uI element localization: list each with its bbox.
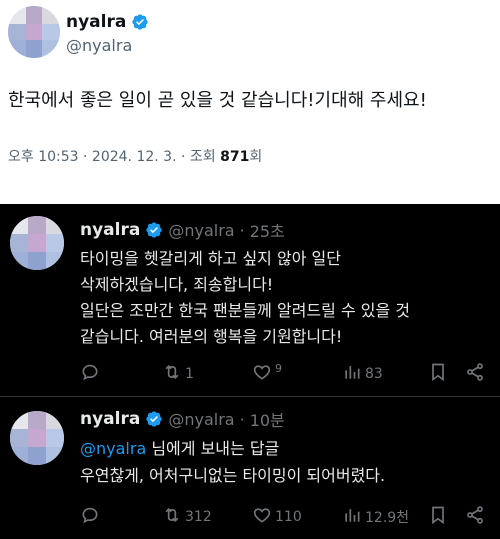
repost-button[interactable]: 312	[162, 505, 212, 529]
views-count: 83	[365, 366, 383, 382]
action-bar: 312 110 12.9천	[80, 505, 490, 529]
avatar[interactable]	[10, 411, 64, 465]
repost-icon	[162, 362, 182, 386]
meta-separator: ·	[83, 149, 88, 165]
share-button[interactable]	[465, 505, 485, 529]
author-handle[interactable]: @nyalra	[168, 410, 234, 429]
verified-badge-icon	[145, 410, 163, 428]
bookmark-icon	[428, 505, 448, 529]
like-count: 9	[275, 361, 282, 375]
author-handle[interactable]: @nyalra	[66, 36, 132, 55]
tweet-text: 우연찮게, 어처구니없는 타이밍이 되어버렸다.	[80, 463, 385, 489]
like-button[interactable]: 9	[252, 362, 282, 386]
views-button[interactable]: 12.9천	[342, 505, 409, 529]
tweet-text-line: 우연찮게, 어처구니없는 타이밍이 되어버렸다.	[80, 466, 386, 485]
verified-badge-icon	[131, 13, 149, 31]
tweet-text: 한국에서 좋은 일이 곧 있을 것 같습니다!기대해 주세요!	[8, 90, 427, 111]
verified-badge-icon	[145, 221, 163, 239]
meta-separator: ·	[239, 220, 245, 240]
reply-button[interactable]	[80, 505, 103, 529]
tweet-text: 타이밍을 헷갈리게 하고 싶지 않아 일단 삭제하겠습니다, 죄송합니다! 일단…	[80, 246, 410, 350]
meta-separator: ·	[180, 149, 186, 165]
reply-icon	[80, 505, 100, 529]
replying-to-suffix: 님에게 보내는 답글	[146, 439, 280, 458]
views-icon	[342, 362, 362, 386]
author-name[interactable]: nyalra	[66, 12, 126, 32]
reply-tweet: nyalra @nyalra · 10분 @nyalra 님에게 보내는 답글 …	[0, 397, 500, 539]
tweet-time[interactable]: 10분	[250, 407, 285, 431]
replying-to-mention[interactable]: @nyalra	[80, 439, 146, 458]
repost-count: 1	[185, 366, 194, 382]
action-bar: 1 9 83	[80, 362, 490, 386]
bookmark-button[interactable]	[428, 362, 448, 386]
like-button[interactable]: 110	[252, 505, 302, 529]
tweet-text-line: 타이밍을 헷갈리게 하고 싶지 않아 일단	[80, 249, 341, 268]
meta-separator: ·	[239, 409, 245, 429]
main-tweet: nyalra @nyalra 한국에서 좋은 일이 곧 있을 것 같습니다!기대…	[0, 0, 500, 204]
share-icon	[465, 362, 485, 386]
tweet-time[interactable]: 오후 10:53	[8, 149, 79, 165]
tweet-text-line: 삭제하겠습니다, 죄송합니다!	[80, 275, 274, 294]
views-label: 조회	[189, 149, 216, 165]
avatar[interactable]	[10, 216, 64, 270]
author-name[interactable]: nyalra	[80, 220, 140, 240]
reply-icon	[80, 362, 100, 386]
tweet-date[interactable]: 2024. 12. 3.	[92, 149, 177, 165]
views-suffix: 회	[249, 149, 263, 165]
views-icon	[342, 505, 362, 529]
bookmark-button[interactable]	[428, 505, 448, 529]
bookmark-icon	[428, 362, 448, 386]
views-button[interactable]: 83	[342, 362, 383, 386]
tweet-time[interactable]: 25초	[250, 218, 285, 242]
avatar[interactable]	[8, 6, 60, 58]
reply-button[interactable]	[80, 362, 103, 386]
views-count: 12.9천	[365, 510, 410, 526]
views-count: 871	[220, 149, 250, 165]
tweet-text-line: 일단은 조만간 한국 팬분들께 알려드릴 수 있을 것	[80, 301, 411, 320]
repost-button[interactable]: 1	[162, 362, 194, 386]
like-icon	[252, 505, 272, 529]
like-icon	[252, 362, 272, 386]
repost-icon	[162, 505, 182, 529]
like-count: 110	[275, 509, 302, 525]
tweet-meta: 오후 10:53 · 2024. 12. 3. · 조회 871회	[8, 146, 262, 166]
share-icon	[465, 505, 485, 529]
author-handle[interactable]: @nyalra	[168, 221, 234, 240]
author-name[interactable]: nyalra	[80, 409, 140, 429]
repost-count: 312	[185, 509, 212, 525]
reply-tweet: nyalra @nyalra · 25초 타이밍을 헷갈리게 하고 싶지 않아 …	[0, 204, 500, 398]
tweet-text-line: 같습니다. 여러분의 행복을 기원합니다!	[80, 327, 343, 346]
share-button[interactable]	[465, 362, 485, 386]
replying-to: @nyalra 님에게 보내는 답글	[80, 435, 279, 459]
